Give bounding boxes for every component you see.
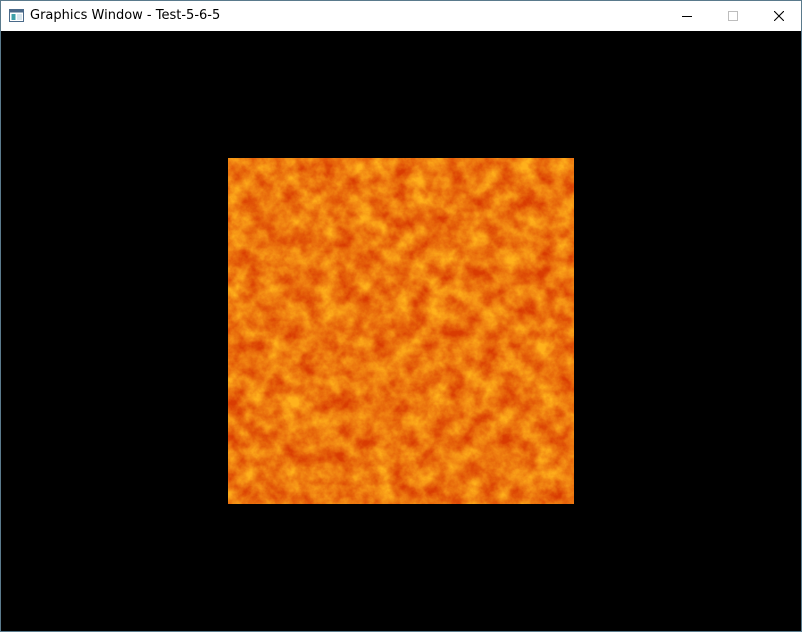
render-viewport[interactable] (1, 31, 801, 631)
close-icon (774, 11, 784, 21)
maximize-button[interactable] (710, 1, 756, 31)
minimize-button[interactable] (664, 1, 710, 31)
maximize-icon (728, 11, 738, 21)
window-title: Graphics Window - Test-5-6-5 (30, 8, 221, 23)
close-button[interactable] (756, 1, 802, 31)
noise-textured-quad (228, 158, 574, 504)
minimize-icon (682, 16, 692, 17)
graphics-window: Graphics Window - Test-5-6-5 (0, 0, 802, 632)
app-window-icon (9, 9, 24, 22)
title-bar[interactable]: Graphics Window - Test-5-6-5 (1, 1, 801, 31)
